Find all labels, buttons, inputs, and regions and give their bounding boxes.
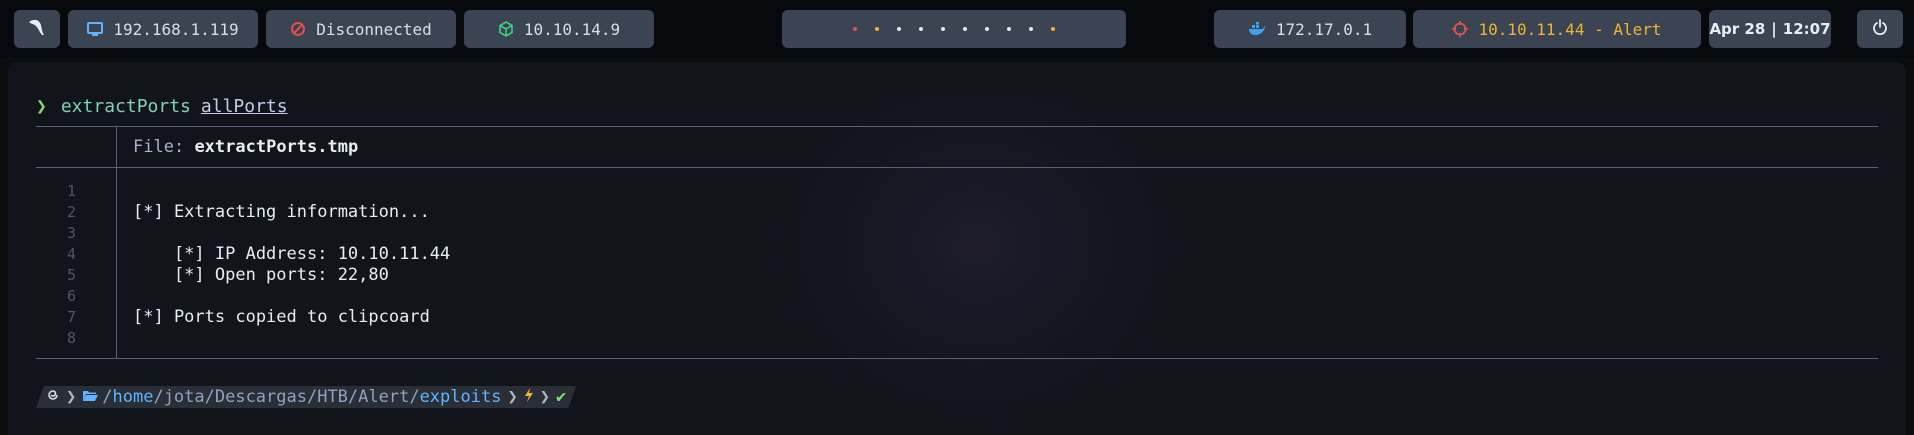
- workspace-dot[interactable]: [853, 27, 857, 31]
- line-number: 5: [66, 265, 76, 284]
- segment-separator-3: ❯: [539, 387, 550, 407]
- file-line: 2 [*] Extracting information...: [36, 201, 1878, 222]
- local-ip-text: 192.168.1.119: [113, 19, 239, 39]
- time-text: 12:07: [1782, 20, 1831, 38]
- file-label-prefix: File:: [133, 137, 185, 157]
- lightning-icon: [524, 387, 534, 407]
- workspace-dot[interactable]: [963, 27, 967, 31]
- line-number: 3: [66, 223, 76, 242]
- target-widget[interactable]: 10.10.11.44 - Alert: [1413, 10, 1701, 48]
- clock-widget[interactable]: Apr 28 | 12:07: [1709, 10, 1831, 48]
- bat-header: File: extractPorts.tmp: [36, 127, 1878, 167]
- vpn-status-widget[interactable]: Disconnected: [266, 10, 456, 48]
- vpn-ip-widget[interactable]: 10.10.14.9: [464, 10, 654, 48]
- line-number: 2: [66, 202, 76, 221]
- file-line: 7 [*] Ports copied to clipcoard: [36, 306, 1878, 327]
- workspace-indicators: [853, 27, 1055, 31]
- workspace-dot[interactable]: [985, 27, 989, 31]
- path-current-dir: exploits: [419, 387, 502, 407]
- cube-icon: [498, 21, 514, 37]
- shell-prompt: ❯ / home /jota/Descargas/HTB/Alert/ expl…: [36, 386, 576, 408]
- workspace-dot[interactable]: [941, 27, 945, 31]
- docker-ip-widget[interactable]: 172.17.0.1: [1214, 10, 1406, 48]
- file-line: 4 [*] IP Address: 10.10.11.44: [36, 243, 1878, 264]
- workspace-dot[interactable]: [1051, 27, 1055, 31]
- line-text: [*] Open ports: 22,80: [133, 264, 389, 285]
- line-number: 7: [66, 307, 76, 326]
- path-home: home: [112, 387, 154, 407]
- date-separator: |: [1771, 20, 1777, 38]
- gutter-divider: [116, 127, 117, 167]
- workspace-dot[interactable]: [875, 27, 879, 31]
- line-number: 1: [66, 181, 76, 200]
- command-name: extractPorts: [60, 96, 191, 117]
- line-text: [*] Ports copied to clipcoard: [133, 306, 430, 327]
- check-icon: ✔: [555, 387, 567, 407]
- terminal-window[interactable]: ❯ extractPorts allPorts File: extractPor…: [8, 62, 1906, 435]
- bat-bottom-rule: [36, 358, 1878, 359]
- file-line: 1: [36, 180, 1878, 201]
- line-number: 6: [66, 286, 76, 305]
- line-text: [*] Extracting information...: [133, 201, 430, 222]
- bat-output: File: extractPorts.tmp 1 2 [*] Extracting …: [36, 126, 1878, 359]
- workspace-dot[interactable]: [919, 27, 923, 31]
- kali-menu-button[interactable]: [14, 10, 60, 48]
- disconnected-icon: [290, 21, 306, 37]
- folder-open-icon: [82, 387, 98, 407]
- command-argument: allPorts: [200, 96, 288, 117]
- power-button[interactable]: [1857, 10, 1903, 48]
- line-number: 8: [66, 328, 76, 347]
- workspace-dot[interactable]: [897, 27, 901, 31]
- workspace-dot[interactable]: [1029, 27, 1033, 31]
- file-line: 3: [36, 222, 1878, 243]
- target-text: 10.10.11.44 - Alert: [1478, 19, 1662, 39]
- vpn-status-text: Disconnected: [316, 19, 432, 39]
- power-icon: [1872, 19, 1888, 39]
- top-bar: 192.168.1.119 Disconnected 10.10.14.9 17…: [0, 0, 1914, 58]
- monitor-icon: [87, 21, 104, 37]
- local-ip-widget[interactable]: 192.168.1.119: [68, 10, 258, 48]
- docker-icon: [1248, 22, 1266, 36]
- debian-swirl-icon: [46, 387, 60, 407]
- file-label: File: extractPorts.tmp: [133, 137, 358, 157]
- path-middle: /jota/Descargas/HTB/Alert/: [153, 387, 420, 407]
- file-line: 6: [36, 285, 1878, 306]
- crosshair-icon: [1452, 21, 1469, 37]
- file-line: 8: [36, 327, 1878, 348]
- docker-ip-text: 172.17.0.1: [1275, 19, 1373, 39]
- line-text: [*] IP Address: 10.10.11.44: [133, 243, 451, 264]
- segment-separator-2: ❯: [507, 387, 518, 407]
- bat-body: 1 2 [*] Extracting information... 3 4 [*] IP…: [36, 168, 1878, 358]
- workspace-dot[interactable]: [1007, 27, 1011, 31]
- date-text: Apr 28: [1709, 20, 1766, 38]
- segment-separator-1: ❯: [66, 387, 77, 407]
- line-number: 4: [66, 244, 76, 263]
- prompt-segment: ❯ / home /jota/Descargas/HTB/Alert/ expl…: [36, 386, 576, 408]
- vpn-ip-text: 10.10.14.9: [523, 19, 621, 39]
- path-root: /: [102, 387, 113, 407]
- workspaces-widget[interactable]: [782, 10, 1126, 48]
- command-line: ❯ extractPorts allPorts: [36, 96, 288, 117]
- file-line: 5 [*] Open ports: 22,80: [36, 264, 1878, 285]
- kali-dragon-icon: [26, 16, 48, 42]
- prompt-chevron: ❯: [36, 96, 47, 117]
- file-name: extractPorts.tmp: [194, 137, 359, 157]
